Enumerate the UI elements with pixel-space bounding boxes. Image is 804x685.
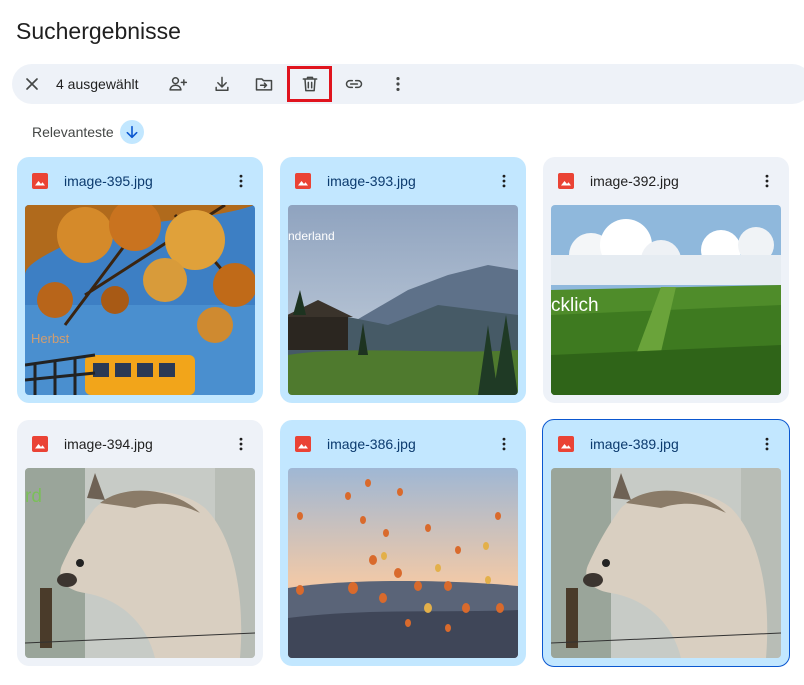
image-file-icon [32, 173, 48, 189]
download-icon [215, 76, 229, 91]
sort-label: Relevanteste [32, 124, 114, 140]
image-file-icon [32, 436, 48, 452]
file-name: image-386.jpg [327, 436, 416, 452]
file-card[interactable]: image-395.jpg Herbst [17, 157, 263, 403]
file-card[interactable]: image-394.jpg rd [17, 420, 263, 666]
move-to-trash-button[interactable] [294, 68, 326, 100]
arrow-down-icon [126, 125, 138, 139]
image-file-icon [558, 173, 574, 189]
file-card[interactable]: image-389.jpg [542, 419, 790, 667]
share-button[interactable] [162, 68, 194, 100]
file-name: image-395.jpg [64, 173, 153, 189]
more-vert-icon [239, 437, 243, 451]
move-button[interactable] [248, 68, 280, 100]
selection-toolbar: 4 ausgewählt [12, 64, 804, 104]
file-card-header: image-395.jpg [17, 157, 263, 203]
file-thumbnail: rd [25, 468, 255, 658]
download-button[interactable] [206, 68, 238, 100]
image-file-icon [295, 436, 311, 452]
file-name: image-394.jpg [64, 436, 153, 452]
file-name: image-392.jpg [590, 173, 679, 189]
thumbnail-caption: cklich [551, 295, 599, 316]
file-more-button[interactable] [755, 169, 779, 193]
more-vert-icon [765, 437, 769, 451]
file-card[interactable]: image-386.jpg [280, 420, 526, 666]
link-icon [345, 79, 363, 89]
more-vert-icon [502, 174, 506, 188]
thumbnail-caption: nderland [288, 229, 335, 243]
thumbnail-caption: rd [25, 486, 42, 507]
thumbnail-caption: Herbst [31, 331, 70, 346]
file-card-header: image-394.jpg [17, 420, 263, 466]
file-more-button[interactable] [492, 169, 516, 193]
file-thumbnail [288, 468, 518, 658]
close-icon [26, 78, 38, 90]
file-more-button[interactable] [492, 432, 516, 456]
file-thumbnail: nderland [288, 205, 518, 395]
file-card-header: image-386.jpg [280, 420, 526, 466]
sort-direction-button[interactable] [119, 120, 144, 144]
file-name: image-393.jpg [327, 173, 416, 189]
move-to-folder-icon [255, 78, 273, 91]
file-thumbnail: cklich [551, 205, 781, 395]
search-results-page: Suchergebnisse 4 ausgewählt Relevanteste… [0, 0, 804, 685]
page-title: Suchergebnisse [16, 18, 181, 44]
more-vert-icon [396, 77, 400, 91]
more-vert-icon [502, 437, 506, 451]
file-more-button[interactable] [755, 432, 779, 456]
file-card-header: image-393.jpg [280, 157, 526, 203]
file-card-header: image-389.jpg [543, 420, 789, 466]
file-card[interactable]: image-393.jpg nderland [280, 157, 526, 403]
more-vert-icon [765, 174, 769, 188]
sort-control[interactable]: Relevanteste [32, 120, 144, 144]
file-card-header: image-392.jpg [543, 157, 789, 203]
file-more-button[interactable] [229, 169, 253, 193]
trash-icon [302, 76, 318, 92]
file-card[interactable]: image-392.jpg cklich [543, 157, 789, 403]
copy-link-button[interactable] [338, 68, 370, 100]
more-actions-button[interactable] [382, 68, 414, 100]
file-thumbnail [551, 468, 781, 658]
more-vert-icon [239, 174, 243, 188]
share-icon [169, 77, 188, 91]
file-more-button[interactable] [229, 432, 253, 456]
selection-count: 4 ausgewählt [56, 76, 139, 92]
clear-selection-button[interactable] [16, 68, 48, 100]
image-file-icon [558, 436, 574, 452]
file-name: image-389.jpg [590, 436, 679, 452]
file-thumbnail: Herbst [25, 205, 255, 395]
image-file-icon [295, 173, 311, 189]
